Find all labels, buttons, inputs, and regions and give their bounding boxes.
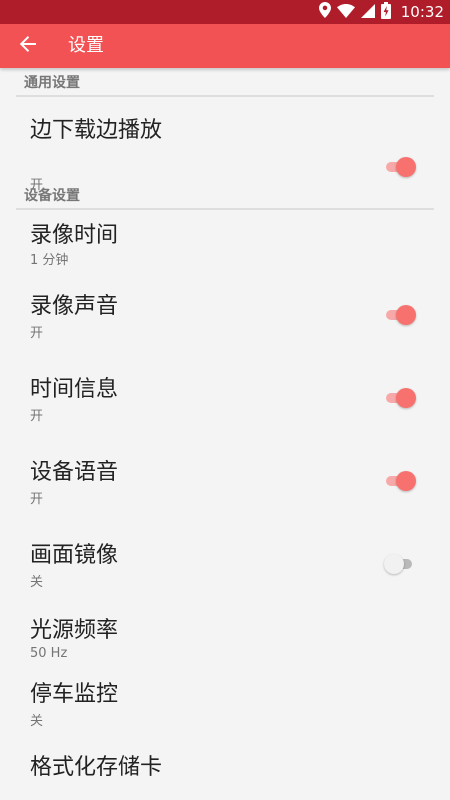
pref-time-info[interactable]: 时间信息 开: [0, 359, 450, 442]
pref-record-audio[interactable]: 录像声音 开: [0, 276, 450, 359]
pref-parking-monitor[interactable]: 停车监控 关: [0, 670, 450, 735]
switch-thumb: [384, 554, 404, 574]
category-general-label: 通用设置: [24, 75, 80, 91]
toggle-mirror-image[interactable]: [384, 552, 416, 576]
wifi-icon: [336, 3, 355, 22]
pref-title: 画面镜像: [30, 543, 119, 568]
location-icon: [318, 2, 331, 22]
toggle-play-while-download[interactable]: [384, 155, 416, 179]
pref-title: 时间信息: [30, 377, 119, 402]
category-device-label: 设备设置: [24, 188, 80, 204]
status-time: 10:32: [400, 3, 444, 21]
pref-light-frequency[interactable]: 光源频率 50 Hz: [0, 608, 450, 670]
category-general: 通用设置: [16, 68, 434, 97]
pref-play-while-download[interactable]: 边下载边播放 开: [0, 98, 450, 193]
pref-summary: 关: [30, 714, 44, 729]
back-button[interactable]: [8, 26, 48, 66]
pref-summary: 开: [30, 409, 44, 424]
switch-thumb: [396, 388, 416, 408]
pref-title: 格式化存储卡: [30, 755, 163, 780]
status-icons: 10:32: [318, 0, 444, 24]
pref-title: 停车监控: [30, 682, 119, 707]
switch-thumb: [396, 157, 416, 177]
pref-summary: 1 分钟: [30, 253, 69, 268]
pref-mirror-image[interactable]: 画面镜像 关: [0, 525, 450, 608]
pref-title: 边下载边播放: [30, 118, 163, 143]
cell-signal-icon: [360, 3, 375, 22]
pref-summary: 关: [30, 575, 44, 590]
switch-thumb: [396, 305, 416, 325]
toggle-record-audio[interactable]: [384, 303, 416, 327]
toggle-device-voice[interactable]: [384, 469, 416, 493]
status-bar: 10:32: [0, 0, 450, 24]
page-title: 设置: [68, 35, 104, 56]
arrow-back-icon: [19, 36, 37, 56]
pref-record-time[interactable]: 录像时间 1 分钟: [0, 211, 450, 276]
pref-title: 录像声音: [30, 294, 119, 319]
app-bar: 设置: [0, 24, 450, 68]
pref-title: 设备语音: [30, 460, 119, 485]
pref-title: 录像时间: [30, 223, 119, 248]
pref-summary: 开: [30, 492, 44, 507]
category-device: 设备设置: [16, 182, 434, 210]
pref-summary: 50 Hz: [30, 646, 68, 661]
pref-format-sd-card[interactable]: 格式化存储卡: [0, 735, 450, 799]
pref-title: 光源频率: [30, 618, 119, 643]
switch-thumb: [396, 471, 416, 491]
toggle-time-info[interactable]: [384, 386, 416, 410]
battery-charging-icon: [380, 1, 391, 23]
pref-summary: 开: [30, 326, 44, 341]
pref-device-voice[interactable]: 设备语音 开: [0, 442, 450, 525]
